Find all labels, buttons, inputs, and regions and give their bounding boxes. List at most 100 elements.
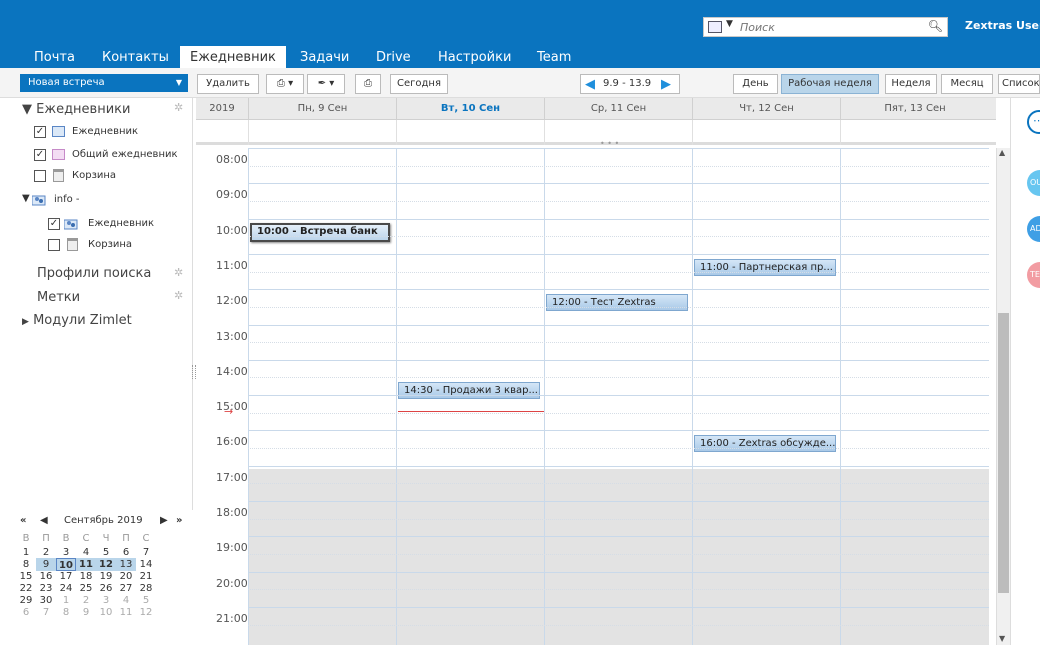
all-day-cell[interactable]	[396, 120, 544, 145]
scroll-down-icon[interactable]: ▼	[999, 634, 1005, 643]
tab-mail[interactable]: Почта	[34, 46, 75, 68]
prev-year-icon[interactable]: «	[20, 515, 26, 526]
today-button[interactable]: Сегодня	[390, 74, 448, 94]
day-header[interactable]: Пят, 13 Сен	[840, 98, 989, 120]
all-day-cell[interactable]	[840, 120, 989, 145]
view-work-week-button[interactable]: Рабочая неделя	[781, 74, 879, 94]
checkbox[interactable]	[48, 239, 60, 251]
contact-avatar[interactable]: TE	[1027, 262, 1040, 288]
day-header[interactable]: Ср, 11 Сен	[544, 98, 692, 120]
tab-drive[interactable]: Drive	[376, 46, 411, 68]
scrollbar-thumb[interactable]	[998, 313, 1009, 593]
appointment[interactable]: 10:00 - Встреча банк	[250, 223, 390, 242]
day-header[interactable]: Пн, 9 Сен	[248, 98, 396, 120]
checkbox[interactable]: ✓	[34, 149, 46, 161]
half-hour-gridline	[248, 342, 989, 343]
tab-settings[interactable]: Настройки	[438, 46, 511, 68]
contact-avatar[interactable]: OU	[1027, 170, 1040, 196]
mini-calendar: « ◀ Сентябрь 2019 ▶ » В П В С Ч П С 1 2 3 4 5 6 7 8 9 10…	[0, 510, 193, 645]
chat-icon[interactable]: ⋯	[1027, 110, 1040, 134]
delete-button[interactable]: Удалить	[197, 74, 259, 94]
checkbox[interactable]: ✓	[34, 126, 46, 138]
current-time-arrow-icon: →	[224, 405, 234, 418]
view-week-button[interactable]: Неделя	[885, 74, 937, 94]
search-scope-calendar-icon[interactable]	[708, 21, 722, 33]
mini-calendar-day[interactable]: 8	[56, 606, 76, 619]
day-header[interactable]: Вт, 10 Сен	[396, 98, 544, 120]
mini-calendar-day[interactable]: 9	[76, 606, 96, 619]
calendar-item[interactable]: ✓ Ежедневник	[48, 217, 188, 233]
half-hour-gridline	[248, 448, 989, 449]
year-label: 2019	[209, 103, 235, 114]
half-hour-gridline	[248, 554, 989, 555]
next-arrow-icon[interactable]: ▶	[661, 77, 671, 92]
tab-tasks[interactable]: Задачи	[300, 46, 349, 68]
all-day-cell[interactable]	[692, 120, 840, 145]
print-menu-button[interactable]: ⎙ ▾	[266, 74, 304, 94]
shared-account-header[interactable]: ▼ info -	[22, 193, 182, 209]
view-list-button[interactable]: Список	[998, 74, 1040, 94]
search-profiles-header[interactable]: Профили поиска	[37, 266, 151, 281]
checkbox[interactable]: ✓	[48, 218, 60, 230]
vertical-scrollbar[interactable]: ▲ ▼	[996, 148, 1010, 645]
resize-handle[interactable]: • • •	[600, 139, 619, 148]
search-icon[interactable]: 🔍︎	[928, 19, 943, 33]
shared-calendar-icon	[52, 149, 65, 160]
half-hour-gridline	[248, 483, 989, 484]
tags-header[interactable]: Метки	[37, 290, 80, 305]
next-month-icon[interactable]: ▶	[160, 515, 168, 526]
checkbox[interactable]	[34, 170, 46, 182]
scroll-up-icon[interactable]: ▲	[999, 148, 1005, 157]
view-month-button[interactable]: Месяц	[941, 74, 993, 94]
user-menu[interactable]: Zextras User1	[965, 19, 1040, 32]
prev-arrow-icon[interactable]: ◀	[585, 77, 595, 92]
expand-arrow-icon[interactable]: ▶	[22, 317, 29, 327]
calendar-item[interactable]: Корзина	[48, 238, 188, 254]
calendars-header[interactable]: ▼ Ежедневники	[22, 102, 130, 117]
new-appointment-button[interactable]: Новая встреча ▼	[20, 74, 188, 92]
day-column[interactable]	[692, 148, 840, 645]
hour-label: 10:00	[216, 223, 248, 237]
chevron-down-icon[interactable]: ▼	[176, 74, 182, 92]
contact-avatar[interactable]: AD	[1027, 216, 1040, 242]
mini-calendar-day[interactable]: 11	[116, 606, 136, 619]
appointment[interactable]: 14:30 - Продажи 3 квар...	[398, 382, 540, 399]
calendar-item[interactable]: Корзина	[34, 169, 184, 185]
view-day-button[interactable]: День	[733, 74, 778, 94]
mini-calendar-day[interactable]: 12	[136, 606, 156, 619]
collapse-arrow-icon[interactable]: ▼	[22, 102, 32, 117]
mini-calendar-day[interactable]: 6	[16, 606, 36, 619]
prev-month-icon[interactable]: ◀	[40, 515, 48, 526]
mini-calendar-day[interactable]: 10	[96, 606, 116, 619]
gear-icon[interactable]: ✲	[174, 289, 183, 302]
search-input[interactable]	[738, 19, 918, 35]
next-year-icon[interactable]: »	[176, 515, 182, 526]
day-header[interactable]: Чт, 12 Сен	[692, 98, 840, 120]
print-icon: ⎙ ▾	[276, 78, 294, 89]
mini-calendar-day[interactable]: 7	[36, 606, 56, 619]
hour-gridline	[248, 183, 989, 184]
hour-gridline	[248, 360, 989, 361]
tag-menu-button[interactable]: ✒ ▾	[307, 74, 345, 94]
tab-team[interactable]: Team	[537, 46, 571, 68]
day-column[interactable]	[840, 148, 989, 645]
calendar-item[interactable]: ✓ Ежедневник	[34, 125, 184, 141]
hour-label: 19:00	[216, 541, 248, 555]
all-day-cell[interactable]	[248, 120, 396, 145]
gear-icon[interactable]: ✲	[174, 266, 183, 279]
collapse-arrow-icon[interactable]: ▼	[22, 193, 30, 204]
all-day-row	[196, 120, 996, 145]
tab-calendar[interactable]: Ежедневник	[180, 46, 286, 68]
right-sidebar: ⋯ OU AD TE	[1010, 98, 1040, 645]
gear-icon[interactable]: ✲	[174, 101, 183, 114]
tab-contacts[interactable]: Контакты	[102, 46, 169, 68]
appointment[interactable]: 16:00 - Zextras обсужде...	[694, 435, 836, 452]
print-button[interactable]: ⎙	[355, 74, 381, 94]
search-scope-dropdown-icon[interactable]: ▼	[726, 19, 733, 29]
appointment[interactable]: 12:00 - Тест Zextras	[546, 294, 688, 311]
calendar-item[interactable]: ✓ Общий ежедневник	[34, 148, 184, 164]
appointment[interactable]: 11:00 - Партнерская пр...	[694, 259, 836, 276]
zimlets-header[interactable]: ▶ Модули Zimlet	[22, 313, 132, 328]
trash-icon	[67, 238, 78, 251]
day-column[interactable]	[544, 148, 692, 645]
